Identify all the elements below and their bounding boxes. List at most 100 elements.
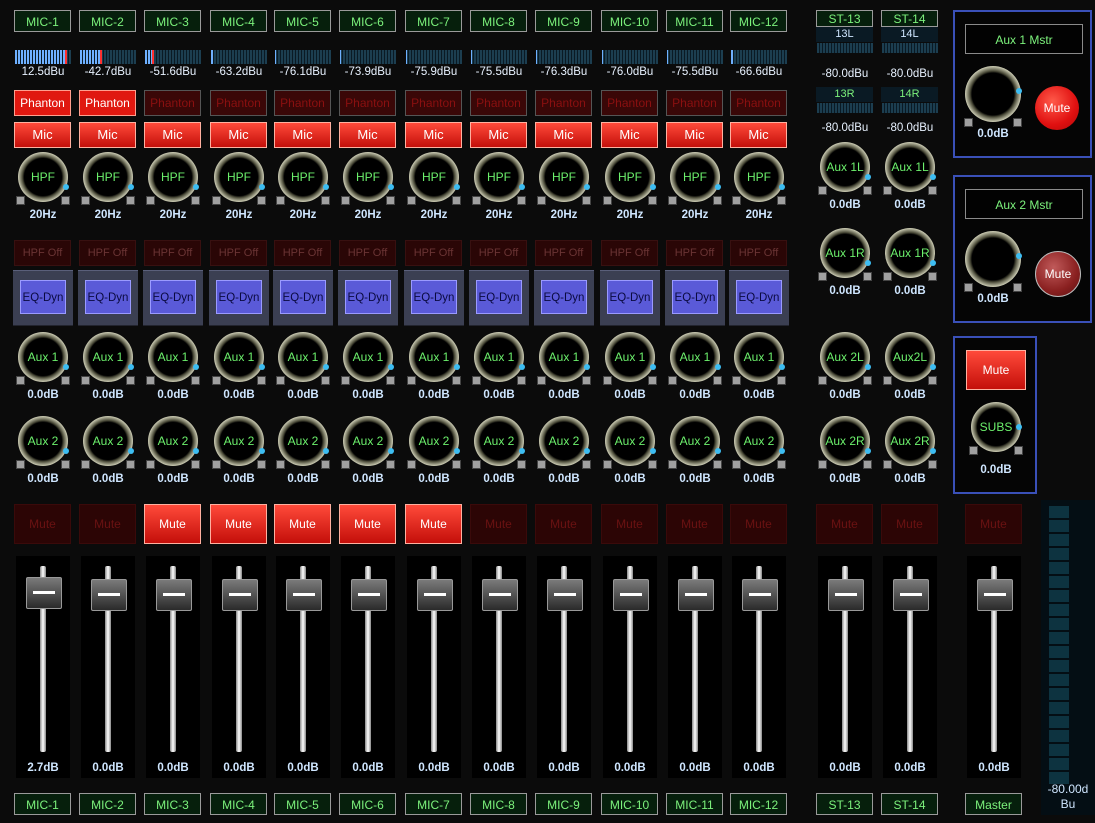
mic-11-mute-button[interactable]: Mute	[666, 504, 723, 544]
mic-2-fader-cap[interactable]	[91, 578, 127, 611]
mic-8-phantom-button[interactable]: Phanton	[470, 90, 527, 116]
mic-3-eq-dyn-button[interactable]: EQ-Dyn	[150, 280, 196, 314]
mic-4-mute-button[interactable]: Mute	[210, 504, 267, 544]
mic-2-fader[interactable]: 0.0dB	[81, 556, 135, 778]
mic-12-aux2-knob[interactable]: Aux 2	[734, 416, 785, 466]
mic-9-eq-dyn-button[interactable]: EQ-Dyn	[541, 280, 587, 314]
mic-6-hpf-off-button[interactable]: HPF Off	[339, 240, 396, 266]
mic-7-fader-cap[interactable]	[417, 578, 453, 611]
mic-7-hpf-off-button[interactable]: HPF Off	[405, 240, 462, 266]
mic-12-mic-button[interactable]: Mic	[730, 122, 787, 148]
mic-5-phantom-button[interactable]: Phanton	[274, 90, 331, 116]
mic-2-eq-dyn-button[interactable]: EQ-Dyn	[85, 280, 131, 314]
mic-7-hpf-knob[interactable]: HPF	[409, 152, 460, 202]
mic-11-hpf-knob[interactable]: HPF	[670, 152, 721, 202]
st-13-aux2l-knob[interactable]: Aux 2L	[820, 332, 871, 382]
mic-7-phantom-button[interactable]: Phanton	[405, 90, 462, 116]
mic-3-aux1-knob[interactable]: Aux 1	[148, 332, 199, 382]
mic-2-mic-button[interactable]: Mic	[79, 122, 136, 148]
mic-10-phantom-button[interactable]: Phanton	[601, 90, 658, 116]
mic-5-hpf-knob[interactable]: HPF	[278, 152, 329, 202]
mic-2-aux1-knob[interactable]: Aux 1	[83, 332, 134, 382]
mic-4-aux2-knob[interactable]: Aux 2	[214, 416, 265, 466]
mic-6-phantom-button[interactable]: Phanton	[339, 90, 396, 116]
mic-8-hpf-knob[interactable]: HPF	[474, 152, 525, 202]
mic-6-aux2-knob[interactable]: Aux 2	[343, 416, 394, 466]
mic-3-aux2-knob[interactable]: Aux 2	[148, 416, 199, 466]
mic-12-fader[interactable]: 0.0dB	[732, 556, 786, 778]
st-13-aux1l-knob[interactable]: Aux 1L	[820, 142, 871, 192]
mic-4-eq-dyn-button[interactable]: EQ-Dyn	[216, 280, 262, 314]
mic-12-fader-cap[interactable]	[742, 578, 778, 611]
mic-12-aux1-knob[interactable]: Aux 1	[734, 332, 785, 382]
mic-4-fader-cap[interactable]	[222, 578, 258, 611]
mic-4-aux1-knob[interactable]: Aux 1	[214, 332, 265, 382]
mic-1-hpf-knob[interactable]: HPF	[18, 152, 69, 202]
mic-1-fader[interactable]: 2.7dB	[16, 556, 70, 778]
mic-10-aux2-knob[interactable]: Aux 2	[605, 416, 656, 466]
mic-11-phantom-button[interactable]: Phanton	[666, 90, 723, 116]
mic-11-aux2-knob[interactable]: Aux 2	[670, 416, 721, 466]
mic-1-fader-cap[interactable]	[26, 577, 62, 610]
mic-6-hpf-knob[interactable]: HPF	[343, 152, 394, 202]
mic-2-aux2-knob[interactable]: Aux 2	[83, 416, 134, 466]
aux1-master-mute-button[interactable]: Mute	[1035, 86, 1079, 130]
mic-12-hpf-knob[interactable]: HPF	[734, 152, 785, 202]
mic-5-fader[interactable]: 0.0dB	[276, 556, 330, 778]
st-13-mute-button[interactable]: Mute	[816, 504, 873, 544]
mic-9-phantom-button[interactable]: Phanton	[535, 90, 592, 116]
mic-8-aux2-knob[interactable]: Aux 2	[474, 416, 525, 466]
st-14-fader[interactable]: 0.0dB	[883, 556, 937, 778]
mic-8-aux1-knob[interactable]: Aux 1	[474, 332, 525, 382]
mic-9-fader-cap[interactable]	[547, 578, 583, 611]
mic-10-fader[interactable]: 0.0dB	[603, 556, 657, 778]
mic-7-eq-dyn-button[interactable]: EQ-Dyn	[411, 280, 457, 314]
mic-3-mute-button[interactable]: Mute	[144, 504, 201, 544]
mic-9-aux1-knob[interactable]: Aux 1	[539, 332, 590, 382]
mic-4-fader[interactable]: 0.0dB	[212, 556, 266, 778]
mic-7-fader[interactable]: 0.0dB	[407, 556, 461, 778]
mic-8-eq-dyn-button[interactable]: EQ-Dyn	[476, 280, 522, 314]
mic-2-hpf-knob[interactable]: HPF	[83, 152, 134, 202]
mic-10-eq-dyn-button[interactable]: EQ-Dyn	[607, 280, 653, 314]
mic-5-fader-cap[interactable]	[286, 578, 322, 611]
mic-11-hpf-off-button[interactable]: HPF Off	[666, 240, 723, 266]
st-13-aux2r-knob[interactable]: Aux 2R	[820, 416, 871, 466]
st-14-aux2l-knob[interactable]: Aux2L	[885, 332, 936, 382]
st-14-aux1l-knob[interactable]: Aux 1L	[885, 142, 936, 192]
mic-4-hpf-off-button[interactable]: HPF Off	[210, 240, 267, 266]
mic-12-hpf-off-button[interactable]: HPF Off	[730, 240, 787, 266]
mic-3-fader[interactable]: 0.0dB	[146, 556, 200, 778]
mic-5-aux2-knob[interactable]: Aux 2	[278, 416, 329, 466]
mic-3-mic-button[interactable]: Mic	[144, 122, 201, 148]
mic-3-phantom-button[interactable]: Phanton	[144, 90, 201, 116]
mic-3-hpf-knob[interactable]: HPF	[148, 152, 199, 202]
st-13-aux1r-knob[interactable]: Aux 1R	[820, 228, 871, 278]
mic-7-aux2-knob[interactable]: Aux 2	[409, 416, 460, 466]
mic-11-mic-button[interactable]: Mic	[666, 122, 723, 148]
mic-5-mic-button[interactable]: Mic	[274, 122, 331, 148]
mic-4-hpf-knob[interactable]: HPF	[214, 152, 265, 202]
mic-1-phantom-button[interactable]: Phanton	[14, 90, 71, 116]
mic-11-fader[interactable]: 0.0dB	[668, 556, 722, 778]
mic-11-fader-cap[interactable]	[678, 578, 714, 611]
mic-11-eq-dyn-button[interactable]: EQ-Dyn	[672, 280, 718, 314]
mic-6-aux1-knob[interactable]: Aux 1	[343, 332, 394, 382]
mic-10-mute-button[interactable]: Mute	[601, 504, 658, 544]
mic-1-hpf-off-button[interactable]: HPF Off	[14, 240, 71, 266]
st-14-aux2r-knob[interactable]: Aux 2R	[885, 416, 936, 466]
mic-5-mute-button[interactable]: Mute	[274, 504, 331, 544]
mic-5-hpf-off-button[interactable]: HPF Off	[274, 240, 331, 266]
st-13-fader-cap[interactable]	[828, 578, 864, 611]
mic-10-fader-cap[interactable]	[613, 578, 649, 611]
mic-12-eq-dyn-button[interactable]: EQ-Dyn	[736, 280, 782, 314]
mic-5-aux1-knob[interactable]: Aux 1	[278, 332, 329, 382]
mic-3-fader-cap[interactable]	[156, 578, 192, 611]
mic-1-mic-button[interactable]: Mic	[14, 122, 71, 148]
mic-1-aux1-knob[interactable]: Aux 1	[18, 332, 69, 382]
aux2-master-mute-button[interactable]: Mute	[1035, 251, 1081, 297]
mic-7-mute-button[interactable]: Mute	[405, 504, 462, 544]
mic-2-phantom-button[interactable]: Phanton	[79, 90, 136, 116]
mic-10-mic-button[interactable]: Mic	[601, 122, 658, 148]
mic-11-aux1-knob[interactable]: Aux 1	[670, 332, 721, 382]
